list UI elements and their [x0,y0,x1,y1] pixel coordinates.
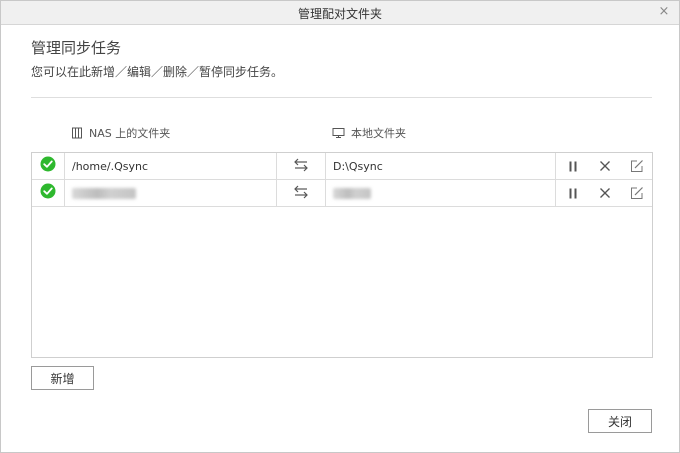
page-title: 管理同步任务 [31,39,122,57]
two-way-sync-icon [293,157,309,176]
column-header-local-label: 本地文件夹 [351,127,406,140]
blurred-text [333,187,371,199]
edit-icon[interactable] [630,159,644,173]
check-circle-icon [40,183,56,203]
two-way-sync-icon [293,184,309,203]
check-circle-icon [40,156,56,176]
actions-cell [556,153,652,179]
column-header-nas-label: NAS 上的文件夹 [89,127,171,140]
status-cell [32,180,65,206]
title-bar: 管理配对文件夹 × [1,1,679,25]
page-subtitle: 您可以在此新增／编辑／删除／暂停同步任务。 [31,65,284,79]
column-header-local: 本地文件夹 [332,125,406,141]
sync-task-table: /home/.Qsync D:\Qsync [31,152,653,358]
table-row[interactable]: /home/.Qsync D:\Qsync [32,153,652,180]
add-task-button[interactable]: 新增 [31,366,94,390]
pause-icon[interactable] [566,186,580,200]
column-header-nas: NAS 上的文件夹 [71,125,170,141]
divider [31,97,652,98]
local-folder-cell: D:\Qsync [326,153,556,179]
pause-icon[interactable] [566,159,580,173]
nas-icon [71,127,83,139]
status-cell [32,153,65,179]
actions-cell [556,180,652,206]
close-icon[interactable]: × [657,4,671,20]
monitor-icon [332,127,345,139]
edit-icon[interactable] [630,186,644,200]
manage-paired-folders-dialog: 管理配对文件夹 × 管理同步任务 您可以在此新增／编辑／删除／暂停同步任务。 N… [0,0,680,453]
delete-icon[interactable] [598,186,612,200]
nas-folder-cell: /home/.Qsync [65,153,277,179]
window-title: 管理配对文件夹 [297,7,382,21]
nas-folder-cell [65,180,277,206]
delete-icon[interactable] [598,159,612,173]
close-button[interactable]: 关闭 [588,409,652,433]
table-row[interactable] [32,180,652,207]
local-folder-cell [326,180,556,206]
blurred-text [72,187,136,199]
sync-direction-cell [277,153,326,179]
sync-direction-cell [277,180,326,206]
